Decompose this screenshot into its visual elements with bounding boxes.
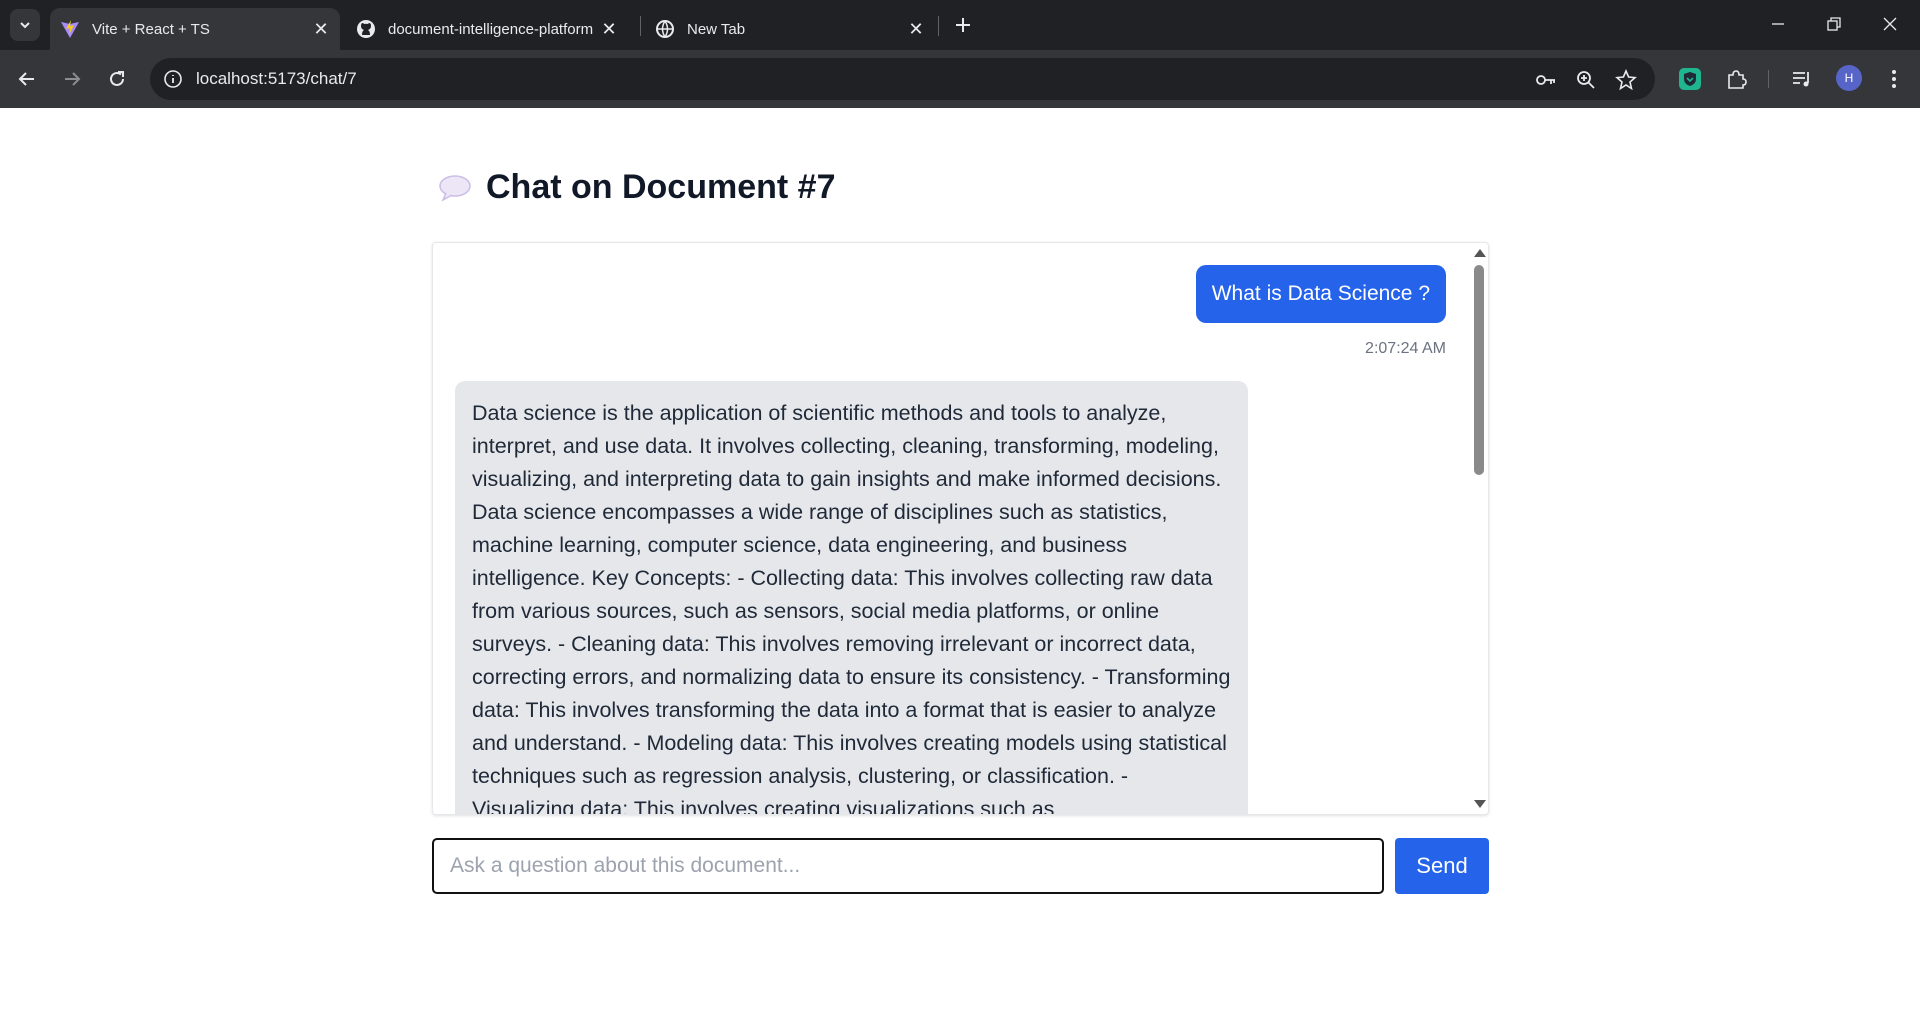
question-input[interactable] — [432, 838, 1384, 894]
chat-messages-panel[interactable]: What is Data Science ? 2:07:24 AM Data s… — [432, 242, 1489, 815]
chat-scrollbar[interactable] — [1470, 243, 1488, 814]
close-icon[interactable]: ✕ — [598, 18, 620, 40]
browser-toolbar: localhost:5173/chat/7 H — [0, 50, 1920, 108]
extensions-puzzle-icon[interactable] — [1722, 65, 1750, 93]
send-button[interactable]: Send — [1395, 838, 1489, 894]
extension-shield-icon[interactable] — [1676, 65, 1704, 93]
minimize-button[interactable] — [1750, 0, 1806, 48]
tab-divider — [938, 16, 939, 36]
tab-divider — [640, 16, 641, 36]
github-icon — [356, 19, 376, 39]
new-tab-button[interactable] — [950, 12, 976, 38]
tab-search-button[interactable] — [10, 9, 40, 41]
scroll-up-arrow[interactable] — [1474, 249, 1486, 257]
tab-new-tab[interactable]: New Tab ✕ — [645, 8, 935, 50]
close-window-button[interactable] — [1862, 0, 1918, 48]
tab-title: Vite + React + TS — [92, 20, 210, 38]
page-heading: Chat on Document #7 — [438, 168, 835, 207]
tab-github[interactable]: document-intelligence-platform ✕ — [346, 8, 636, 50]
arrow-left-icon — [18, 72, 34, 86]
star-icon[interactable] — [1614, 68, 1638, 92]
minimize-icon — [1772, 23, 1784, 25]
url-text[interactable]: localhost:5173/chat/7 — [196, 69, 357, 89]
password-key-icon[interactable] — [1534, 68, 1558, 92]
address-bar[interactable]: localhost:5173/chat/7 — [150, 58, 1655, 100]
reload-button[interactable] — [102, 64, 132, 94]
vite-icon — [60, 19, 80, 39]
zoom-icon[interactable] — [1574, 68, 1598, 92]
forward-button[interactable] — [57, 64, 87, 94]
site-info-icon[interactable] — [162, 68, 184, 90]
tab-title: New Tab — [687, 20, 746, 38]
reload-icon — [110, 71, 124, 86]
page-content: Chat on Document #7 What is Data Science… — [0, 108, 1920, 1020]
plus-icon — [956, 18, 970, 32]
close-icon[interactable]: ✕ — [905, 18, 927, 40]
restore-button[interactable] — [1806, 0, 1862, 48]
close-icon[interactable]: ✕ — [310, 18, 332, 40]
user-message-bubble: What is Data Science ? — [1195, 265, 1446, 323]
media-controls-icon[interactable] — [1788, 65, 1816, 93]
close-icon — [1883, 17, 1897, 31]
back-button[interactable] — [12, 64, 42, 94]
toolbar-divider — [1768, 70, 1769, 88]
page-title: Chat on Document #7 — [486, 168, 836, 206]
scroll-thumb[interactable] — [1474, 265, 1484, 475]
assistant-message-bubble: Data science is the application of scien… — [455, 381, 1248, 814]
scroll-down-arrow[interactable] — [1474, 800, 1486, 808]
chevron-down-icon — [20, 22, 30, 29]
more-menu-icon[interactable] — [1880, 65, 1908, 93]
message-timestamp: 2:07:24 AM — [1365, 340, 1446, 357]
tab-vite[interactable]: Vite + React + TS ✕ — [50, 8, 340, 50]
arrow-right-icon — [65, 72, 81, 86]
speech-bubble-icon — [438, 174, 472, 202]
globe-icon — [655, 19, 675, 39]
tab-title: document-intelligence-platform — [388, 20, 594, 38]
browser-tab-bar: Vite + React + TS ✕ document-intelligenc… — [0, 0, 1920, 50]
profile-avatar[interactable]: H — [1836, 65, 1862, 91]
restore-icon — [1827, 17, 1841, 31]
